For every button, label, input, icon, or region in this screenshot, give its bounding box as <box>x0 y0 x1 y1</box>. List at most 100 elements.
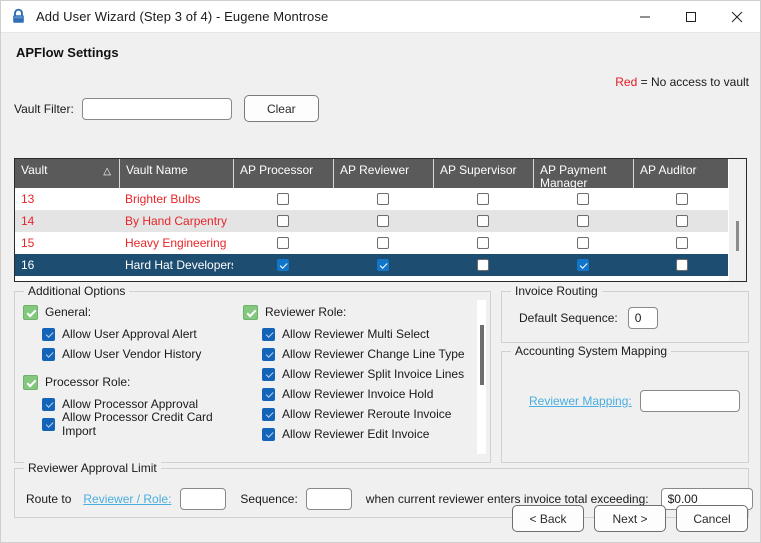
maximize-button[interactable] <box>668 1 714 32</box>
option-group-header[interactable]: Reviewer Role: <box>243 302 468 322</box>
option-item[interactable]: Allow Reviewer Edit Invoice <box>243 424 468 444</box>
grid-column-header[interactable]: Vault △ <box>15 159 119 188</box>
cell-role-checkbox[interactable] <box>233 254 333 276</box>
grid-column-header[interactable]: AP Processor <box>233 159 333 188</box>
cell-role-checkbox[interactable] <box>333 210 433 232</box>
checkbox-unchecked-icon[interactable] <box>676 193 688 205</box>
cell-role-checkbox[interactable] <box>633 254 731 276</box>
vault-filter-input[interactable] <box>81 97 232 120</box>
cell-role-checkbox[interactable] <box>633 188 731 210</box>
checkbox-unchecked-icon[interactable] <box>377 193 389 205</box>
cell-role-checkbox[interactable] <box>433 188 533 210</box>
close-button[interactable] <box>714 1 760 32</box>
cell-role-checkbox[interactable] <box>633 232 731 254</box>
option-item[interactable]: Allow User Approval Alert <box>23 324 238 344</box>
checkbox-checked-icon[interactable] <box>262 347 275 361</box>
checkbox-unchecked-icon[interactable] <box>477 193 489 205</box>
cell-role-checkbox[interactable] <box>433 254 533 276</box>
checkbox-unchecked-icon[interactable] <box>277 237 289 249</box>
checkbox-checked-icon[interactable] <box>42 417 55 431</box>
grid-column-header[interactable]: AP Auditor <box>633 159 731 188</box>
minimize-button[interactable] <box>622 1 668 32</box>
option-item[interactable]: Allow Reviewer Invoice Hold <box>243 384 468 404</box>
table-row[interactable]: 16 Hard Hat Developers <box>15 254 728 276</box>
checkbox-checked-icon[interactable] <box>42 397 55 411</box>
checkbox-checked-icon[interactable] <box>277 259 289 271</box>
cell-role-checkbox[interactable] <box>633 210 731 232</box>
reviewer-role-input[interactable] <box>180 488 227 510</box>
checkbox-checked-icon[interactable] <box>262 367 275 381</box>
checkbox-unchecked-icon[interactable] <box>477 259 489 271</box>
checkbox-checked-icon[interactable] <box>42 327 55 341</box>
checkbox-checked-icon[interactable] <box>262 327 275 341</box>
option-item[interactable]: Allow Reviewer Split Invoice Lines <box>243 364 468 384</box>
checkbox-unchecked-icon[interactable] <box>377 237 389 249</box>
options-scrollbar-thumb[interactable] <box>480 325 484 385</box>
checkbox-checked-icon[interactable] <box>23 304 38 320</box>
checkbox-unchecked-icon[interactable] <box>377 215 389 227</box>
sequence-input[interactable] <box>305 488 352 510</box>
option-item[interactable]: Allow User Vendor History <box>23 344 238 364</box>
cell-role-checkbox[interactable] <box>533 210 633 232</box>
grid-scrollbar-thumb[interactable] <box>736 221 739 251</box>
checkbox-checked-icon[interactable] <box>262 427 275 441</box>
checkbox-unchecked-icon[interactable] <box>676 237 688 249</box>
grid-vertical-scrollbar[interactable] <box>728 159 746 281</box>
checkbox-unchecked-icon[interactable] <box>577 237 589 249</box>
exceeding-label: when current reviewer enters invoice tot… <box>365 492 649 506</box>
cell-role-checkbox[interactable] <box>333 232 433 254</box>
option-item[interactable]: Allow Reviewer Change Line Type <box>243 344 468 364</box>
reviewer-mapping-link[interactable]: Reviewer Mapping: <box>529 394 632 408</box>
option-item[interactable]: Allow Reviewer Reroute Invoice <box>243 404 468 424</box>
cell-role-checkbox[interactable] <box>533 232 633 254</box>
cell-role-checkbox[interactable] <box>533 254 633 276</box>
cell-role-checkbox[interactable] <box>333 254 433 276</box>
option-group-header[interactable]: General: <box>23 302 238 322</box>
vault-filter-clear-button[interactable]: Clear <box>243 95 319 122</box>
option-group-label: Reviewer Role: <box>265 305 347 319</box>
grid-column-header[interactable]: Vault Name <box>119 159 233 188</box>
checkbox-unchecked-icon[interactable] <box>277 193 289 205</box>
checkbox-checked-icon[interactable] <box>23 374 38 390</box>
cell-role-checkbox[interactable] <box>533 188 633 210</box>
default-sequence-label: Default Sequence: <box>519 311 618 325</box>
cell-role-checkbox[interactable] <box>233 232 333 254</box>
table-row[interactable]: 13 Brighter Bulbs <box>15 188 728 210</box>
grid-column-header[interactable]: AP Reviewer <box>333 159 433 188</box>
cell-role-checkbox[interactable] <box>433 232 533 254</box>
cell-role-checkbox[interactable] <box>233 210 333 232</box>
option-item[interactable]: Allow Reviewer Multi Select <box>243 324 468 344</box>
table-row[interactable]: 15 Heavy Engineering <box>15 232 728 254</box>
cell-vault-name: Heavy Engineering <box>125 236 227 250</box>
grid-column-header[interactable]: AP Supervisor <box>433 159 533 188</box>
back-button[interactable]: < Back <box>512 505 584 532</box>
cell-role-checkbox[interactable] <box>433 210 533 232</box>
cell-role-checkbox[interactable] <box>333 188 433 210</box>
grid-column-header-label: Vault Name <box>126 163 188 177</box>
next-button[interactable]: Next > <box>594 505 666 532</box>
checkbox-checked-icon[interactable] <box>377 259 389 271</box>
checkbox-unchecked-icon[interactable] <box>676 259 688 271</box>
option-item[interactable]: Allow Processor Credit Card Import <box>23 410 238 438</box>
reviewer-mapping-input[interactable] <box>639 390 740 412</box>
checkbox-unchecked-icon[interactable] <box>477 215 489 227</box>
option-group-header[interactable]: Processor Role: <box>23 372 238 392</box>
checkbox-checked-icon[interactable] <box>243 304 258 320</box>
additional-options-left-column: General: Allow User Approval Alert Allow U… <box>23 302 238 438</box>
grid-column-header[interactable]: AP Payment Manager <box>533 159 633 188</box>
checkbox-unchecked-icon[interactable] <box>477 237 489 249</box>
cancel-button[interactable]: Cancel <box>676 505 748 532</box>
checkbox-unchecked-icon[interactable] <box>277 215 289 227</box>
cell-role-checkbox[interactable] <box>233 188 333 210</box>
checkbox-unchecked-icon[interactable] <box>676 215 688 227</box>
checkbox-checked-icon[interactable] <box>262 387 275 401</box>
table-row[interactable]: 14 By Hand Carpentry <box>15 210 728 232</box>
checkbox-unchecked-icon[interactable] <box>577 215 589 227</box>
checkbox-unchecked-icon[interactable] <box>577 193 589 205</box>
checkbox-checked-icon[interactable] <box>577 259 589 271</box>
checkbox-checked-icon[interactable] <box>42 347 55 361</box>
reviewer-role-link[interactable]: Reviewer / Role: <box>83 492 171 506</box>
checkbox-checked-icon[interactable] <box>262 407 275 421</box>
default-sequence-input[interactable] <box>627 307 658 329</box>
page-title: APFlow Settings <box>16 45 119 60</box>
